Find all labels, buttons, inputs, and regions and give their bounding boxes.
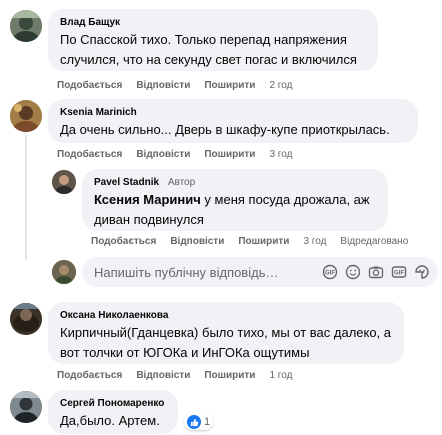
- comment-timestamp[interactable]: 3 год: [303, 236, 326, 247]
- reply-toolbar: GIF GIF: [322, 264, 430, 280]
- reply-input[interactable]: Напишіть публічну відповідь… GIF GIF: [82, 257, 438, 287]
- avatar[interactable]: [10, 100, 42, 132]
- comment-bubble: Оксана Николаенкова Кирпичный(Гданцевка)…: [48, 302, 404, 364]
- reply-placeholder: Напишіть публічну відповідь…: [94, 264, 279, 280]
- share-button[interactable]: Поширити: [204, 370, 255, 381]
- comment-bubble: Сергей Пономаренко Да,было. Артем.: [48, 390, 178, 434]
- reply-button[interactable]: Відповісти: [136, 370, 190, 381]
- avatar-photo-icon: [52, 260, 76, 284]
- reaction-count-badge[interactable]: 1: [184, 414, 214, 430]
- comment-4: Оксана Николаенкова Кирпичный(Гданцевка)…: [0, 298, 442, 386]
- like-reaction-icon: [187, 415, 201, 429]
- comment-actions: Подобається Відповісти Поширити 2 год: [57, 80, 292, 91]
- comment-actions: Подобається Відповісти Поширити 3 год: [57, 149, 292, 160]
- share-button[interactable]: Поширити: [204, 149, 255, 160]
- avatar-photo-icon: [10, 100, 42, 132]
- reaction-count: 1: [204, 416, 211, 428]
- share-button[interactable]: Поширити: [238, 236, 289, 247]
- avatar[interactable]: [10, 391, 42, 423]
- mention-link[interactable]: Ксения Маринич: [94, 192, 201, 207]
- avatar-photo-icon: [10, 10, 42, 42]
- svg-text:GIF: GIF: [394, 271, 404, 277]
- comment-text-line-1: Да,было. Артем.: [60, 413, 160, 428]
- comment-timestamp[interactable]: 3 год: [269, 149, 292, 160]
- svg-text:GIF: GIF: [325, 271, 335, 277]
- comment-text-line-2: случился, что на секунду свет погас и вк…: [60, 52, 357, 67]
- like-button[interactable]: Подобається: [91, 236, 156, 247]
- comment-actions: Подобається Відповісти Поширити 3 год Ві…: [91, 236, 408, 247]
- avatar[interactable]: [10, 10, 42, 42]
- comment-author[interactable]: Сергей Пономаренко: [60, 397, 166, 411]
- share-button[interactable]: Поширити: [204, 80, 255, 91]
- reply-button[interactable]: Відповісти: [136, 80, 190, 91]
- comment-text-line-2: вот толчки от ЮГОКа и ИнГОКа ощутимы: [60, 345, 310, 360]
- like-button[interactable]: Подобається: [57, 80, 122, 91]
- comment-author[interactable]: Влад Бащук: [60, 16, 366, 30]
- edited-label[interactable]: Відредаговано: [340, 236, 408, 247]
- comment-text-line-1: Кирпичный(Гданцевка) было тихо, мы от ва…: [60, 325, 392, 340]
- comment-5: Сергей Пономаренко Да,было. Артем. 1: [0, 386, 442, 435]
- sticker-icon[interactable]: [414, 264, 430, 280]
- gif-icon[interactable]: GIF: [322, 264, 338, 280]
- comment-1: Влад Бащук По Спасской тихо. Только пере…: [0, 0, 442, 95]
- camera-icon[interactable]: [368, 264, 384, 280]
- comment-author[interactable]: Pavel Stadnik: [94, 177, 159, 188]
- avatar[interactable]: [10, 303, 42, 335]
- comment-2: Ksenia Marinich Да очень сильно... Дверь…: [0, 95, 442, 165]
- gif-icon[interactable]: GIF: [391, 264, 407, 280]
- reply-button[interactable]: Відповісти: [136, 149, 190, 160]
- emoji-icon[interactable]: [345, 264, 361, 280]
- comment-bubble: Ksenia Marinich Да очень сильно... Дверь…: [48, 99, 418, 143]
- comment-text: у меня посуда дрожала, аж: [200, 192, 370, 207]
- comment-bubble: Pavel Stadnik Автор Ксения Маринич у мен…: [82, 169, 388, 231]
- comment-text-line-2: диван подвинулся: [94, 212, 204, 227]
- current-user-avatar: [52, 260, 76, 284]
- avatar-photo-icon: [10, 303, 42, 335]
- reply-composer: Напишіть публічну відповідь… GIF GIF: [0, 255, 442, 289]
- author-badge: Автор: [167, 177, 196, 188]
- comment-text-line-1: Ксения Маринич у меня посуда дрожала, аж: [94, 191, 376, 209]
- avatar[interactable]: [52, 170, 76, 194]
- avatar-photo-icon: [10, 391, 42, 423]
- like-button[interactable]: Подобається: [57, 149, 122, 160]
- comment-text-line-1: Да очень сильно... Дверь в шкафу-купе пр…: [60, 122, 390, 137]
- comment-bubble: Влад Бащук По Спасской тихо. Только пере…: [48, 9, 378, 71]
- comment-author[interactable]: Ksenia Marinich: [60, 106, 406, 120]
- comment-author[interactable]: Оксана Николаенкова: [60, 309, 392, 323]
- comment-text-line-1: По Спасской тихо. Только перепад напряже…: [60, 32, 347, 47]
- comment-timestamp[interactable]: 1 год: [269, 370, 292, 381]
- like-button[interactable]: Подобається: [57, 370, 122, 381]
- reply-button[interactable]: Відповісти: [170, 236, 224, 247]
- comment-timestamp[interactable]: 2 год: [269, 80, 292, 91]
- comment-author-row: Pavel Stadnik Автор: [94, 176, 376, 190]
- comment-actions: Подобається Відповісти Поширити 1 год: [57, 370, 292, 381]
- avatar-photo-icon: [52, 170, 76, 194]
- comment-3-reply: Pavel Stadnik Автор Ксения Маринич у мен…: [0, 165, 442, 255]
